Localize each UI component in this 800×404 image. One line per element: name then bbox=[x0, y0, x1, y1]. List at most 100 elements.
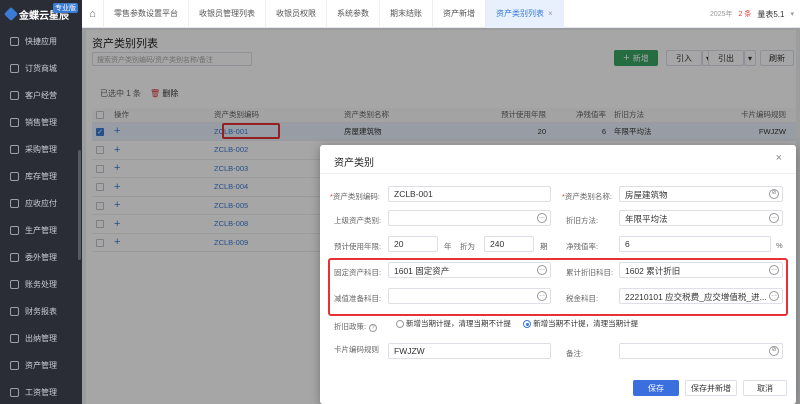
tab-close-icon[interactable]: × bbox=[548, 9, 553, 18]
tab[interactable]: 系统参数 bbox=[327, 0, 380, 28]
depr-policy-options: 新增当期计提，清理当期不计提 新增当期不计提，清理当期计提 bbox=[396, 318, 638, 329]
more-icon[interactable]: ⊘ bbox=[769, 189, 779, 199]
remark-label: 备注: bbox=[566, 349, 584, 358]
sidebar-item-label: 应收应付 bbox=[25, 199, 57, 208]
tab[interactable]: 收银员权限 bbox=[266, 0, 327, 28]
tabs: 零售参数设置平台 收银员管理列表 收银员权限 系统参数 期末结账 资产新增 资产类别列表 × bbox=[104, 0, 564, 28]
sidebar-item-label: 采购管理 bbox=[25, 145, 57, 154]
tab[interactable]: 零售参数设置平台 bbox=[104, 0, 189, 28]
app-root: 金蝶云星辰 专业版 快捷应用订货商城 客户经营销售管理采购管理库存管理应收应付生产… bbox=[0, 0, 800, 404]
sidebar-item-label: 出纳管理 bbox=[25, 334, 57, 343]
tab[interactable]: 资产类别列表 × bbox=[486, 0, 564, 28]
sidebar-item[interactable]: 库存管理 bbox=[0, 163, 82, 190]
sidebar-item-label: 资产管理 bbox=[25, 361, 57, 370]
dialog-title: 资产类别 bbox=[334, 158, 374, 169]
more-icon[interactable]: … bbox=[537, 213, 547, 223]
menu-icon bbox=[10, 334, 19, 343]
sidebar-item[interactable]: 出纳管理 bbox=[0, 325, 82, 352]
user-menu[interactable]: 量表5.1 bbox=[757, 9, 784, 20]
sidebar-item[interactable]: 资产管理 bbox=[0, 352, 82, 379]
tab[interactable]: 期末结账 bbox=[380, 0, 433, 28]
date-text: 2025年 bbox=[709, 11, 733, 18]
sidebar-item[interactable]: 采购管理 bbox=[0, 136, 82, 163]
home-icon[interactable]: ⌂ bbox=[82, 0, 104, 28]
edition-badge: 专业版 bbox=[53, 3, 78, 13]
years-field[interactable]: 20 bbox=[388, 236, 438, 252]
sidebar-item[interactable]: 销售管理 bbox=[0, 109, 82, 136]
method-field[interactable]: 年限平均法… bbox=[619, 210, 783, 226]
policy-option-1-label[interactable]: 新增当期计提，清理当期不计提 bbox=[406, 319, 511, 328]
years-label: 预计使用年限: bbox=[334, 242, 382, 251]
parent-field[interactable]: … bbox=[388, 210, 551, 226]
card-rule-label: 卡片编码规则 bbox=[334, 345, 379, 354]
sidebar-item[interactable]: 应收应付 bbox=[0, 190, 82, 217]
help-icon[interactable]: ? bbox=[369, 324, 378, 332]
rate-field[interactable]: 6 bbox=[619, 236, 771, 252]
tab-label: 收银员权限 bbox=[276, 9, 316, 18]
close-icon[interactable]: × bbox=[776, 152, 782, 164]
periods-field[interactable]: 240 bbox=[484, 236, 534, 252]
card-rule-field[interactable]: FWJZW bbox=[388, 343, 551, 359]
sidebar-item[interactable]: 快捷应用 bbox=[0, 28, 82, 55]
sidebar-item-label: 生产管理 bbox=[25, 226, 57, 235]
rate-unit: % bbox=[776, 241, 783, 250]
chevron-down-icon[interactable]: ▾ bbox=[790, 10, 794, 18]
depr-policy-label: 折旧政策:? bbox=[334, 321, 378, 332]
tab-label: 零售参数设置平台 bbox=[114, 9, 178, 18]
save-and-new-button[interactable]: 保存并新增 bbox=[685, 380, 737, 396]
divider bbox=[320, 173, 796, 174]
method-label: 折旧方法: bbox=[566, 216, 599, 225]
cancel-button[interactable]: 取消 bbox=[743, 380, 787, 396]
more-icon[interactable]: … bbox=[769, 213, 779, 223]
code-label: *资产类别编码: bbox=[330, 192, 381, 201]
sidebar-item[interactable]: 客户经营 bbox=[0, 82, 82, 109]
sidebar-item-label: 库存管理 bbox=[25, 172, 57, 181]
periods-unit: 期 bbox=[540, 242, 548, 251]
sidebar-item-label: 委外管理 bbox=[25, 253, 57, 262]
sidebar-scrollbar[interactable] bbox=[78, 150, 81, 260]
sidebar: 金蝶云星辰 专业版 快捷应用订货商城 客户经营销售管理采购管理库存管理应收应付生产… bbox=[0, 0, 82, 404]
menu-icon bbox=[10, 199, 19, 208]
remark-field[interactable]: ⊘ bbox=[619, 343, 783, 359]
sidebar-item-label: 快捷应用 bbox=[25, 37, 57, 46]
sidebar-nav: 快捷应用订货商城 客户经营销售管理采购管理库存管理应收应付生产管理委外管理账务处理… bbox=[0, 28, 82, 404]
tab[interactable]: 收银员管理列表 bbox=[189, 0, 266, 28]
name-label: *资产类别名称: bbox=[562, 192, 613, 201]
menu-icon bbox=[10, 172, 19, 181]
sidebar-item[interactable]: 账务处理 bbox=[0, 271, 82, 298]
menu-icon bbox=[10, 280, 19, 289]
menu-icon bbox=[10, 361, 19, 370]
tab-label: 收银员管理列表 bbox=[199, 9, 255, 18]
notice-badge[interactable]: 2 条 bbox=[739, 9, 752, 19]
more-icon[interactable]: ⊘ bbox=[769, 346, 779, 356]
menu-icon bbox=[10, 64, 19, 73]
sidebar-item[interactable]: 财务报表 bbox=[0, 298, 82, 325]
policy-radio-1[interactable] bbox=[396, 320, 404, 329]
sidebar-item[interactable]: 订货商城 bbox=[0, 55, 82, 82]
name-field[interactable]: 房屋建筑物 ⊘ bbox=[619, 186, 783, 202]
code-field[interactable]: ZCLB-001 bbox=[388, 186, 551, 202]
sidebar-item-label: 账务处理 bbox=[25, 280, 57, 289]
policy-option-2-label[interactable]: 新增当期不计提，清理当期计提 bbox=[533, 319, 638, 328]
menu-icon bbox=[10, 91, 19, 100]
menu-icon bbox=[10, 226, 19, 235]
sidebar-item[interactable]: 工资管理 bbox=[0, 379, 82, 404]
menu-icon bbox=[10, 307, 19, 316]
tab-label: 资产类别列表 bbox=[496, 9, 544, 18]
years-unit: 年 bbox=[444, 242, 452, 251]
logo-icon bbox=[3, 6, 19, 22]
sidebar-item-label: 销售管理 bbox=[25, 118, 57, 127]
top-right: 2025年 2 条 量表5.1 ▾ bbox=[710, 0, 794, 28]
logo: 金蝶云星辰 专业版 bbox=[0, 0, 82, 28]
tab[interactable]: 资产新增 bbox=[433, 0, 486, 28]
sidebar-item[interactable]: 生产管理 bbox=[0, 217, 82, 244]
tab-bar: ⌂ 零售参数设置平台 收银员管理列表 收银员权限 系统参数 期末结账 资产新增 资产类别列表… bbox=[82, 0, 800, 28]
save-button[interactable]: 保存 bbox=[633, 380, 679, 396]
tab-label: 系统参数 bbox=[337, 9, 369, 18]
sidebar-item[interactable]: 委外管理 bbox=[0, 244, 82, 271]
menu-icon bbox=[10, 118, 19, 127]
sidebar-item-label: 工资管理 bbox=[25, 388, 57, 397]
parent-label: 上级资产类别: bbox=[334, 216, 382, 225]
policy-radio-2[interactable] bbox=[523, 320, 532, 329]
menu-icon bbox=[10, 145, 19, 154]
